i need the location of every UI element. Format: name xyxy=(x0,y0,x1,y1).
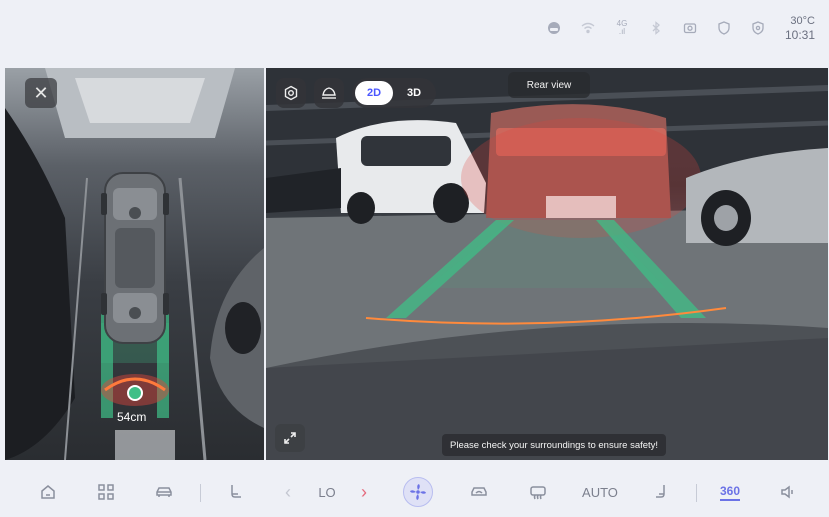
signal-icon: 4G .ıl xyxy=(616,19,628,36)
birdseye-camera-view: ✕ 54cm xyxy=(5,68,264,460)
seat-button[interactable] xyxy=(222,478,250,506)
temp-increase-button[interactable]: › xyxy=(354,478,374,506)
volume-icon xyxy=(781,485,793,499)
fullscreen-button[interactable] xyxy=(275,424,305,452)
mode-3d-button[interactable]: 3D xyxy=(395,81,433,105)
clock: 10:31 xyxy=(784,28,815,42)
rear-defrost-button[interactable] xyxy=(524,478,552,506)
rear-defrost-icon xyxy=(530,486,546,500)
mode-2d-button[interactable]: 2D xyxy=(355,81,393,105)
seat-icon xyxy=(231,485,241,498)
apps-button[interactable] xyxy=(92,478,120,506)
weather-clock: 30°C 10:31 xyxy=(785,14,815,42)
security-icon xyxy=(747,17,769,39)
temp-decrease-button[interactable]: ‹ xyxy=(278,478,298,506)
parking-camera-screen: 4G .ıl 30°C 10:31 ✕ 54cm 2D 3D Rear view… xyxy=(0,0,829,517)
recirculation-icon xyxy=(471,487,487,496)
view-mode-toggle: 2D 3D xyxy=(352,78,436,108)
fan-icon xyxy=(410,484,426,500)
fan-button[interactable] xyxy=(403,477,433,507)
bottom-dock: ‹ LO › AUTO 360 xyxy=(0,468,829,517)
settings-icon xyxy=(284,85,298,101)
camera-settings-button[interactable] xyxy=(276,78,306,108)
dock-divider xyxy=(696,484,697,502)
view-angle-button[interactable] xyxy=(314,78,344,108)
car-view-icon xyxy=(322,87,336,99)
car-icon xyxy=(156,487,172,497)
seat-heat-icon xyxy=(656,485,665,498)
apps-icon xyxy=(98,484,114,500)
auto-climate-button[interactable]: AUTO xyxy=(580,478,620,506)
close-icon: ✕ xyxy=(33,82,49,103)
wifi-icon xyxy=(577,17,599,39)
view-360-label: 360 xyxy=(719,484,741,501)
home-icon xyxy=(41,485,55,499)
dock-divider xyxy=(200,484,201,502)
volume-button[interactable] xyxy=(774,478,802,506)
shield-icon xyxy=(713,17,735,39)
home-button[interactable] xyxy=(34,478,62,506)
bluetooth-icon xyxy=(645,17,667,39)
distance-readout: 54cm xyxy=(117,410,147,424)
status-bar: 4G .ıl 30°C 10:31 xyxy=(0,0,829,62)
rear-camera-view: 2D 3D Rear view Please check your surrou… xyxy=(266,68,828,460)
vehicle-button[interactable] xyxy=(150,478,178,506)
view-360-button[interactable]: 360 xyxy=(712,478,748,506)
temperature-value: LO xyxy=(318,484,336,500)
recirculation-button[interactable] xyxy=(465,478,493,506)
view-label: Rear view xyxy=(508,72,590,98)
camera-icon xyxy=(679,17,701,39)
temperature: 30°C xyxy=(790,15,815,27)
chevron-left-icon: ‹ xyxy=(285,481,291,502)
chevron-right-icon: › xyxy=(361,481,367,502)
expand-icon xyxy=(284,432,296,444)
close-button[interactable]: ✕ xyxy=(25,78,57,108)
seat-heat-button[interactable] xyxy=(648,478,676,506)
vehicle-icon xyxy=(543,17,565,39)
safety-notice: Please check your surroundings to ensure… xyxy=(442,434,667,456)
